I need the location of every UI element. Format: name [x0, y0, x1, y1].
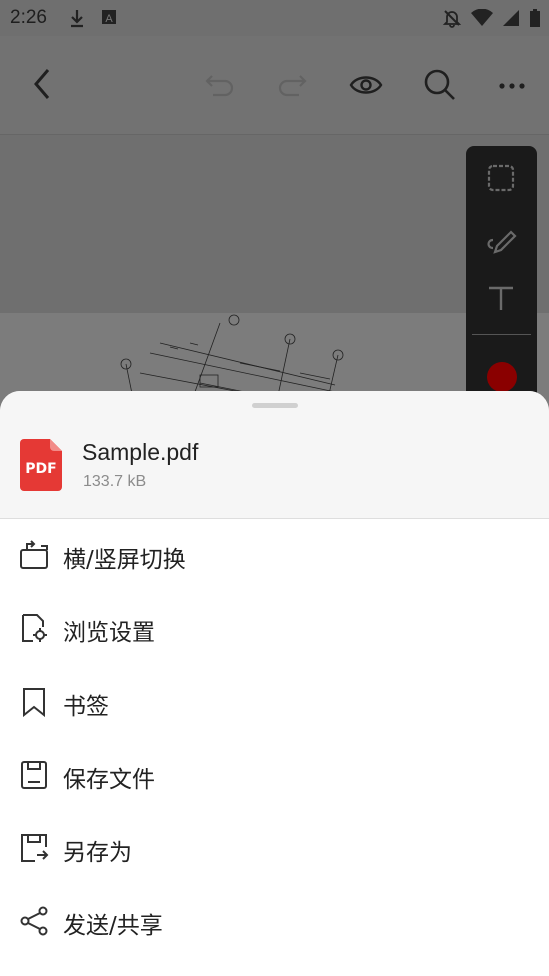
view-icon[interactable]	[349, 72, 383, 98]
pdf-file-icon: PDF	[20, 439, 62, 491]
svg-text:A: A	[105, 13, 113, 25]
pdf-icon-label: PDF	[25, 461, 56, 477]
wifi-icon	[471, 9, 493, 26]
redo-icon[interactable]	[276, 72, 308, 98]
drag-handle[interactable]	[252, 403, 298, 408]
more-icon[interactable]	[498, 82, 526, 90]
menu-item-view-settings[interactable]: 浏览设置	[0, 592, 549, 665]
menu-item-save-as[interactable]: 另存为	[0, 812, 549, 885]
bookmark-icon	[23, 687, 45, 717]
save-icon	[21, 760, 47, 789]
menu-item-save[interactable]: 保存文件	[0, 739, 549, 812]
bell-off-icon	[442, 10, 462, 28]
signal-icon	[503, 10, 519, 26]
save-as-icon	[21, 834, 49, 863]
download-icon	[71, 10, 83, 28]
rotate-screen-icon	[20, 540, 48, 569]
menu-item-bookmark[interactable]: 书签	[0, 666, 549, 739]
menu-item-label: 横/竖屏切换	[63, 547, 186, 573]
menu-item-label: 浏览设置	[63, 620, 155, 647]
menu-item-label: 发送/共享	[63, 913, 163, 940]
status-bar: 2:26 A	[0, 0, 549, 36]
current-color-swatch[interactable]	[487, 362, 517, 392]
file-name: Sample.pdf	[82, 439, 199, 465]
pen-icon[interactable]	[485, 222, 517, 254]
menu-item-label: 保存文件	[63, 766, 155, 793]
share-icon	[20, 906, 48, 936]
menu-item-label: 书签	[63, 693, 109, 720]
back-icon[interactable]	[30, 66, 52, 102]
lasso-icon[interactable]	[485, 162, 517, 194]
menu-item-label: 另存为	[63, 840, 132, 867]
bottom-sheet: PDF Sample.pdf 133.7 kB 横/竖屏切换 浏览设置 书签 保…	[0, 391, 549, 976]
search-icon[interactable]	[423, 68, 457, 102]
annotation-panel	[466, 146, 537, 406]
battery-icon	[530, 9, 540, 27]
toolbar	[0, 36, 549, 135]
view-settings-icon	[22, 614, 47, 643]
text-icon[interactable]	[485, 282, 517, 314]
sheet-header: PDF Sample.pdf 133.7 kB	[0, 391, 549, 519]
status-time: 2:26	[10, 7, 47, 28]
menu-item-rotate[interactable]: 横/竖屏切换	[0, 519, 549, 592]
file-size: 133.7 kB	[83, 473, 147, 490]
app-a-icon: A	[102, 10, 116, 25]
panel-divider	[472, 334, 531, 335]
undo-icon[interactable]	[204, 72, 236, 98]
menu-item-share[interactable]: 发送/共享	[0, 885, 549, 958]
sheet-menu: 横/竖屏切换 浏览设置 书签 保存文件 另存为 发送/共享	[0, 519, 549, 959]
